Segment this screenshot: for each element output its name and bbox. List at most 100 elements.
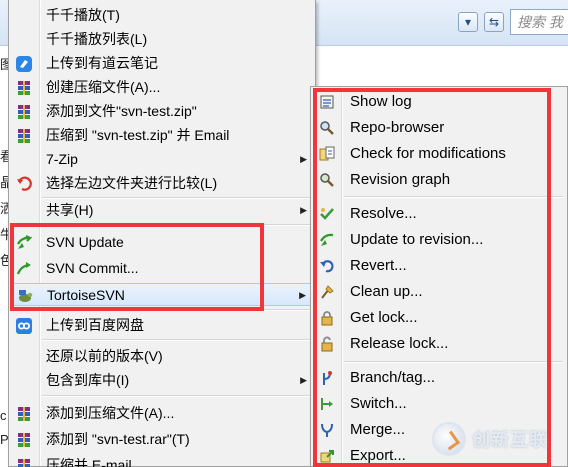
submenu-item-label: Clean up... <box>350 283 423 300</box>
submenu-item-branch-tag[interactable]: Branch/tag... <box>313 365 565 391</box>
menu-item-include-in-library[interactable]: 包含到库中(I) ▶ <box>11 369 315 392</box>
menu-item-ttplay-playlist[interactable]: 千千播放列表(L) <box>11 28 315 51</box>
submenu-item-show-log[interactable]: Show log <box>313 89 565 115</box>
submenu-item-release-lock[interactable]: Release lock... <box>313 331 565 357</box>
menu-item-label: 选择左边文件夹进行比较(L) <box>46 175 218 191</box>
submenu-arrow-icon: ▶ <box>299 290 306 300</box>
menu-item-svn-update[interactable]: SVN Update <box>11 231 315 254</box>
cleanup-icon <box>319 284 335 300</box>
menu-separator <box>42 339 313 341</box>
submenu-separator <box>344 361 563 363</box>
menu-item-label: 上传到有道云笔记 <box>46 55 158 71</box>
submenu-item-label: Repo-browser <box>350 119 445 136</box>
tortoisesvn-icon <box>16 287 33 304</box>
menu-item-zip-and-email[interactable]: 压缩到 "svn-test.zip" 并 Email <box>11 124 315 147</box>
submenu-item-switch[interactable]: Switch... <box>313 391 565 417</box>
menu-item-svn-commit[interactable]: SVN Commit... <box>11 257 315 280</box>
watermark-badge-icon <box>432 422 466 456</box>
menu-item-share[interactable]: 共享(H) ▶ <box>11 199 315 222</box>
submenu-item-label: Show log <box>350 93 412 110</box>
menu-item-label: 千千播放列表(L) <box>46 31 148 47</box>
search-input[interactable]: 搜索 我 <box>510 9 568 35</box>
winrar-icon <box>15 431 32 448</box>
revision-graph-icon <box>319 172 335 188</box>
watermark-text: 创新互联 <box>472 430 548 450</box>
resolve-icon <box>319 206 335 222</box>
unlock-icon <box>319 336 335 352</box>
update-revision-icon <box>319 232 335 248</box>
winrar-icon <box>15 457 32 467</box>
export-icon <box>319 448 335 464</box>
switch-icon <box>319 396 335 412</box>
submenu-item-label: Branch/tag... <box>350 369 436 386</box>
watermark-logo: 创新互联 <box>432 420 568 458</box>
submenu-separator <box>344 196 563 198</box>
menu-item-label: 共享(H) <box>46 202 94 218</box>
menu-item-label: TortoiseSVN <box>47 287 125 303</box>
submenu-item-label: Check for modifications <box>350 145 506 162</box>
menu-separator <box>42 395 313 397</box>
menu-item-add-to-zip[interactable]: 添加到文件"svn-test.zip" <box>11 100 315 123</box>
submenu-item-label: Merge... <box>350 421 406 438</box>
menu-item-label: SVN Update <box>46 234 124 250</box>
menu-item-label: 添加到压缩文件(A)... <box>46 405 175 421</box>
menu-item-label: 上传到百度网盘 <box>46 317 144 333</box>
submenu-item-repo-browser[interactable]: Repo-browser <box>313 115 565 141</box>
menu-item-ttplay[interactable]: 千千播放(T) <box>11 4 315 27</box>
menu-item-label: 包含到库中(I) <box>46 372 130 388</box>
menu-item-label: 创建压缩文件(A)... <box>46 79 161 95</box>
show-log-icon <box>319 94 335 110</box>
menu-item-label: 7-Zip <box>46 151 78 167</box>
revert-icon <box>319 258 335 274</box>
submenu-item-revision-graph[interactable]: Revision graph <box>313 167 565 193</box>
menu-item-create-archive[interactable]: 创建压缩文件(A)... <box>11 76 315 99</box>
submenu-arrow-icon: ▶ <box>300 375 307 385</box>
menu-item-compress-email[interactable]: 压缩并 E-mail... <box>11 454 315 467</box>
winrar-icon <box>15 103 32 120</box>
submenu-item-resolve[interactable]: Resolve... <box>313 201 565 227</box>
repo-browser-icon <box>319 120 335 136</box>
submenu-item-revert[interactable]: Revert... <box>313 253 565 279</box>
submenu-item-label: Release lock... <box>350 335 449 352</box>
submenu-item-label: Export... <box>350 447 406 464</box>
menu-item-label: SVN Commit... <box>46 260 139 276</box>
youdao-note-icon <box>15 55 32 72</box>
menu-item-label: 压缩到 "svn-test.zip" 并 Email <box>46 127 230 143</box>
tortoisesvn-submenu: Show log Repo-browser Check for modifica… <box>310 86 568 467</box>
winrar-icon <box>15 405 32 422</box>
menu-item-youdao-upload[interactable]: 上传到有道云笔记 <box>11 52 315 75</box>
submenu-item-get-lock[interactable]: Get lock... <box>313 305 565 331</box>
submenu-item-update-to-revision[interactable]: Update to revision... <box>313 227 565 253</box>
menu-item-label: 还原以前的版本(V) <box>46 348 163 364</box>
menu-item-7zip[interactable]: 7-Zip ▶ <box>11 148 315 171</box>
submenu-item-check-modifications[interactable]: Check for modifications <box>313 141 565 167</box>
compare-icon <box>15 175 32 192</box>
submenu-item-label: Get lock... <box>350 309 418 326</box>
menu-item-compare-folder[interactable]: 选择左边文件夹进行比较(L) <box>11 172 315 195</box>
menu-item-label: 压缩并 E-mail... <box>46 457 144 467</box>
lock-icon <box>319 310 335 326</box>
baidu-netdisk-icon <box>15 317 32 334</box>
submenu-item-label: Switch... <box>350 395 407 412</box>
winrar-icon <box>15 127 32 144</box>
submenu-item-label: Revert... <box>350 257 407 274</box>
submenu-arrow-icon: ▶ <box>300 154 307 164</box>
menu-item-label: 千千播放(T) <box>46 7 120 23</box>
submenu-item-clean-up[interactable]: Clean up... <box>313 279 565 305</box>
menu-separator <box>42 224 313 226</box>
menu-item-restore-previous[interactable]: 还原以前的版本(V) <box>11 345 315 368</box>
nav-fragment: c <box>0 408 7 423</box>
menu-item-label: 添加到 "svn-test.rar"(T) <box>46 431 190 447</box>
submenu-item-label: Update to revision... <box>350 231 484 248</box>
menu-item-label: 添加到文件"svn-test.zip" <box>46 103 197 119</box>
branch-icon <box>319 370 335 386</box>
menu-item-baidu-upload[interactable]: 上传到百度网盘 <box>11 314 315 337</box>
submenu-item-label: Resolve... <box>350 205 417 222</box>
submenu-item-label: Revision graph <box>350 171 451 188</box>
dropdown-arrow-icon[interactable]: ▾ <box>458 12 478 32</box>
refresh-icon[interactable]: ⇆ <box>484 12 504 32</box>
menu-item-tortoisesvn[interactable]: TortoiseSVN ▶ <box>11 283 315 306</box>
menu-item-add-to-archive[interactable]: 添加到压缩文件(A)... <box>11 402 315 425</box>
menu-separator <box>42 309 313 311</box>
menu-item-add-to-rar[interactable]: 添加到 "svn-test.rar"(T) <box>11 428 315 451</box>
